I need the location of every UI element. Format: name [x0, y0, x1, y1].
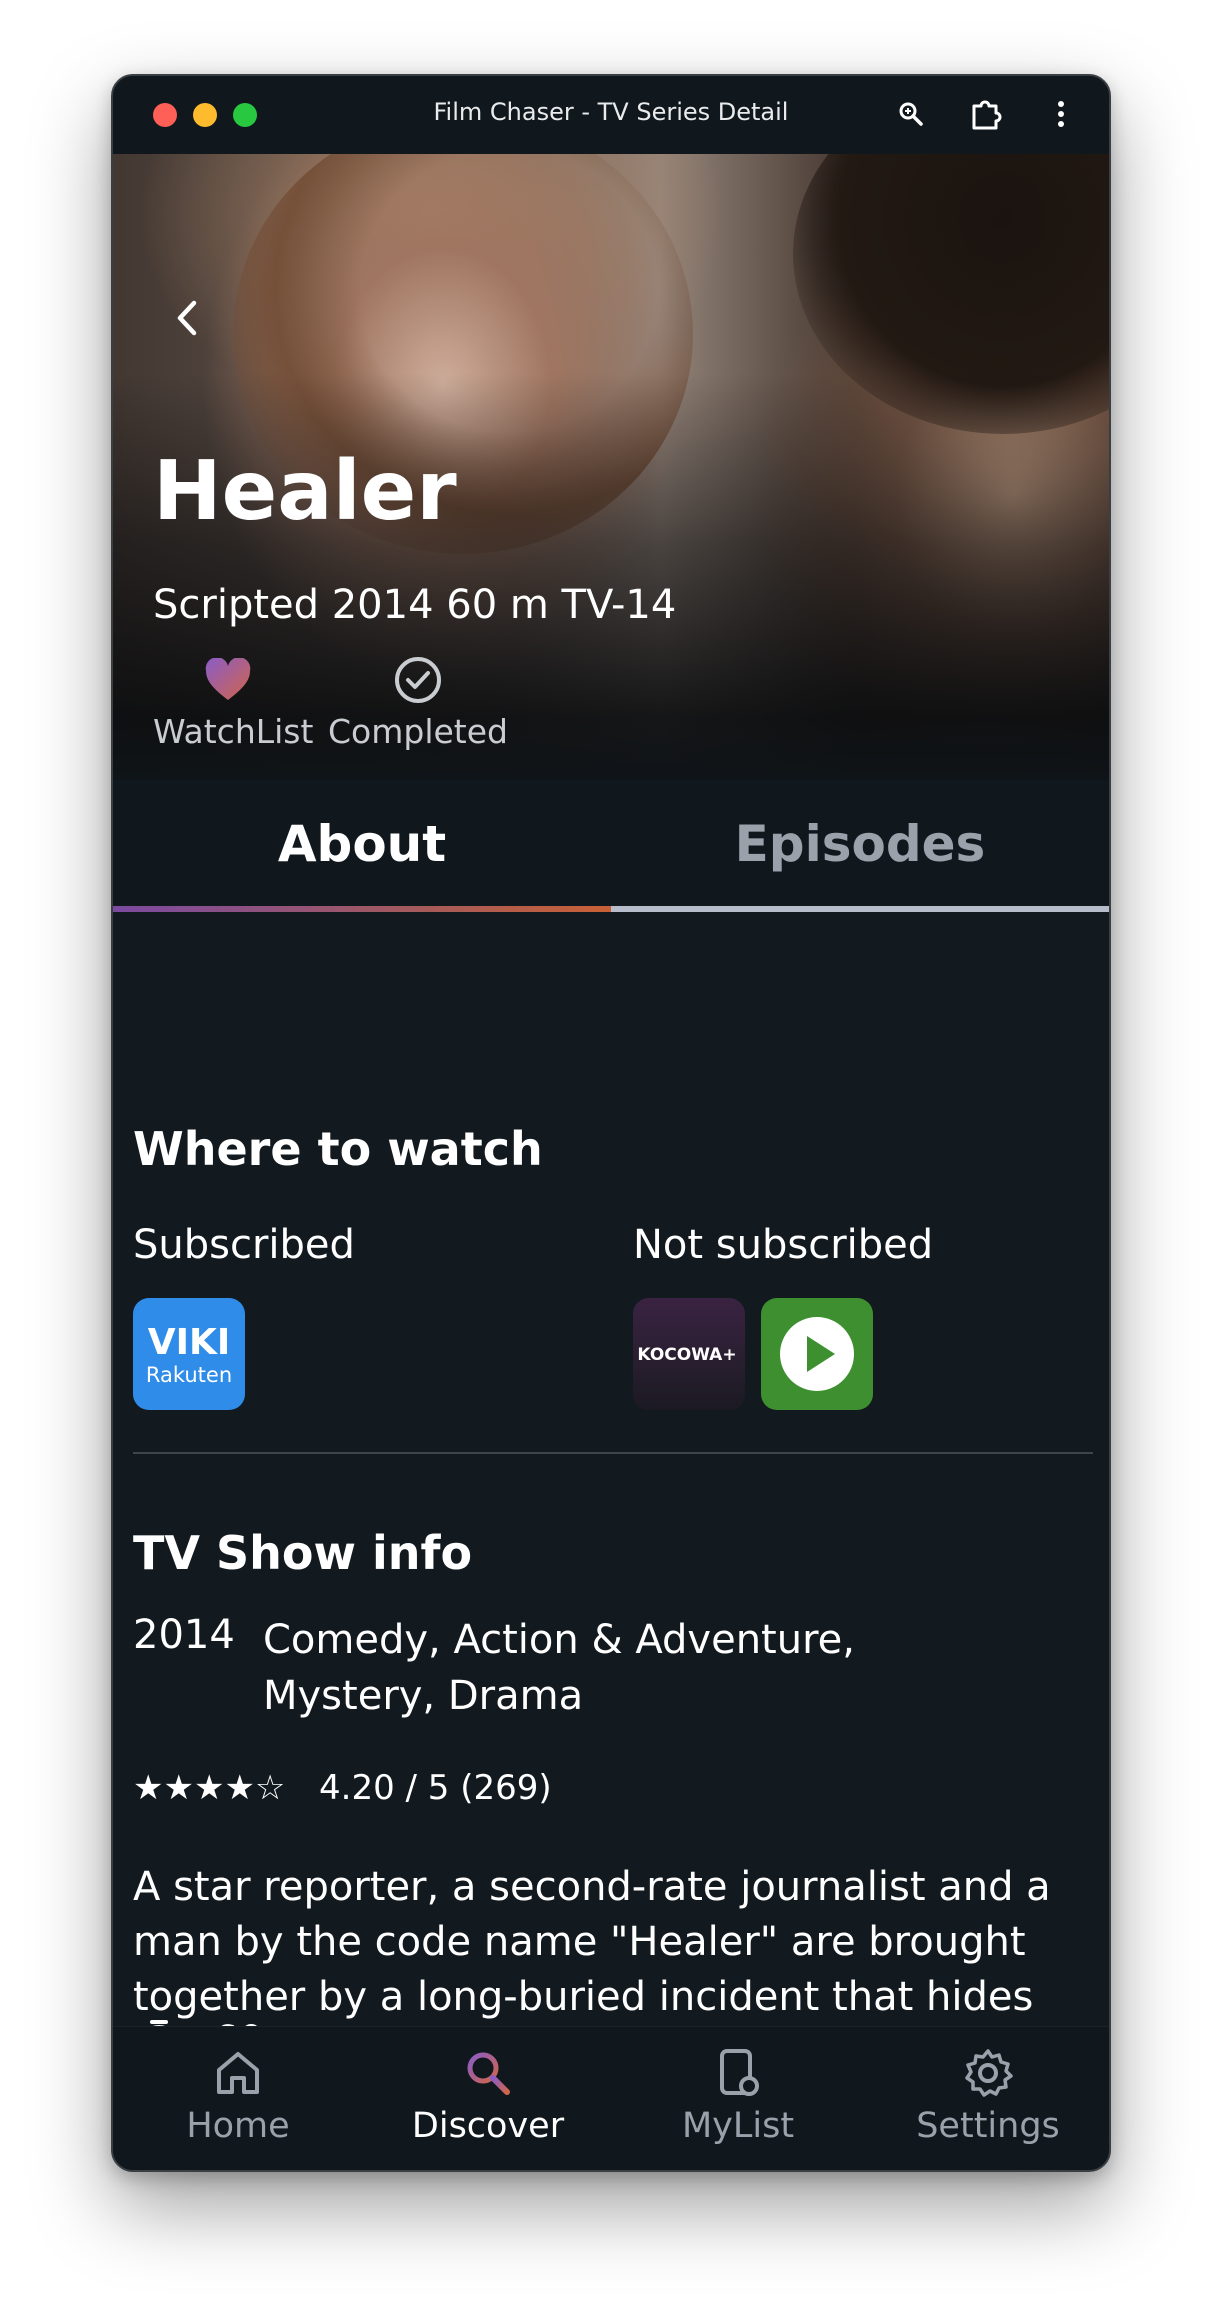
kocowa-logo-text: KOCOWA+: [637, 1345, 736, 1365]
nav-settings-label: Settings: [916, 2106, 1060, 2146]
tab-bar: About Episodes: [113, 780, 1109, 912]
play-icon: [780, 1317, 854, 1391]
tab-about[interactable]: About: [113, 780, 611, 908]
tab-episodes[interactable]: Episodes: [611, 780, 1109, 908]
nav-home-label: Home: [186, 2106, 290, 2146]
nav-discover-label: Discover: [411, 2106, 565, 2146]
rakuten-logo-text: Rakuten: [146, 1363, 232, 1387]
mylist-icon: [613, 2044, 863, 2102]
about-content[interactable]: Where to watch Subscribed Not subscribed…: [113, 912, 1109, 2100]
kocowa-provider-logo[interactable]: KOCOWA+: [633, 1298, 745, 1410]
extension-icon[interactable]: [968, 96, 1004, 132]
zoom-icon[interactable]: [893, 96, 929, 132]
show-genres: Comedy, Action & Adventure, Mystery, Dra…: [263, 1617, 855, 1719]
completed-label: Completed: [328, 712, 508, 751]
rating-stars: ★★★★☆: [133, 1768, 286, 1808]
not-subscribed-label: Not subscribed: [633, 1222, 934, 1268]
viki-logo-text: VIKI: [148, 1322, 231, 1363]
heart-icon: [153, 654, 303, 706]
nav-discover[interactable]: Discover: [363, 2044, 613, 2146]
nav-settings[interactable]: Settings: [863, 2044, 1109, 2146]
rating-value: 4.20 / 5 (269): [319, 1768, 552, 1808]
subscribed-label: Subscribed: [133, 1222, 355, 1268]
nav-mylist[interactable]: MyList: [613, 2044, 863, 2146]
nav-home[interactable]: Home: [113, 2044, 363, 2146]
check-circle-icon: [323, 654, 513, 706]
watchlist-button[interactable]: WatchList: [153, 654, 313, 751]
viki-provider-logo[interactable]: VIKI Rakuten: [133, 1298, 245, 1410]
show-year: 2014: [133, 1612, 235, 1658]
play-provider-logo[interactable]: [761, 1298, 873, 1410]
home-icon: [113, 2044, 363, 2102]
show-title: Healer: [153, 444, 457, 539]
app-window: Film Chaser - TV Series Detail Healer Sc…: [111, 74, 1111, 2172]
show-meta: Scripted 2014 60 m TV-14: [153, 582, 677, 628]
search-icon: [363, 2044, 613, 2102]
completed-button[interactable]: Completed: [323, 654, 513, 751]
tv-show-info-heading: TV Show info: [133, 1526, 473, 1580]
hero-banner: Healer Scripted 2014 60 m TV-14 WatchLis…: [113, 154, 1109, 780]
gear-icon: [863, 2044, 1109, 2102]
section-divider: [133, 1452, 1093, 1454]
title-bar: Film Chaser - TV Series Detail: [113, 76, 1109, 154]
nav-mylist-label: MyList: [681, 2106, 795, 2146]
where-to-watch-heading: Where to watch: [133, 1122, 543, 1176]
window-title: Film Chaser - TV Series Detail: [433, 98, 789, 126]
back-button[interactable]: [163, 294, 211, 342]
more-menu-icon[interactable]: [1043, 96, 1079, 132]
watchlist-label: WatchList: [153, 712, 314, 751]
